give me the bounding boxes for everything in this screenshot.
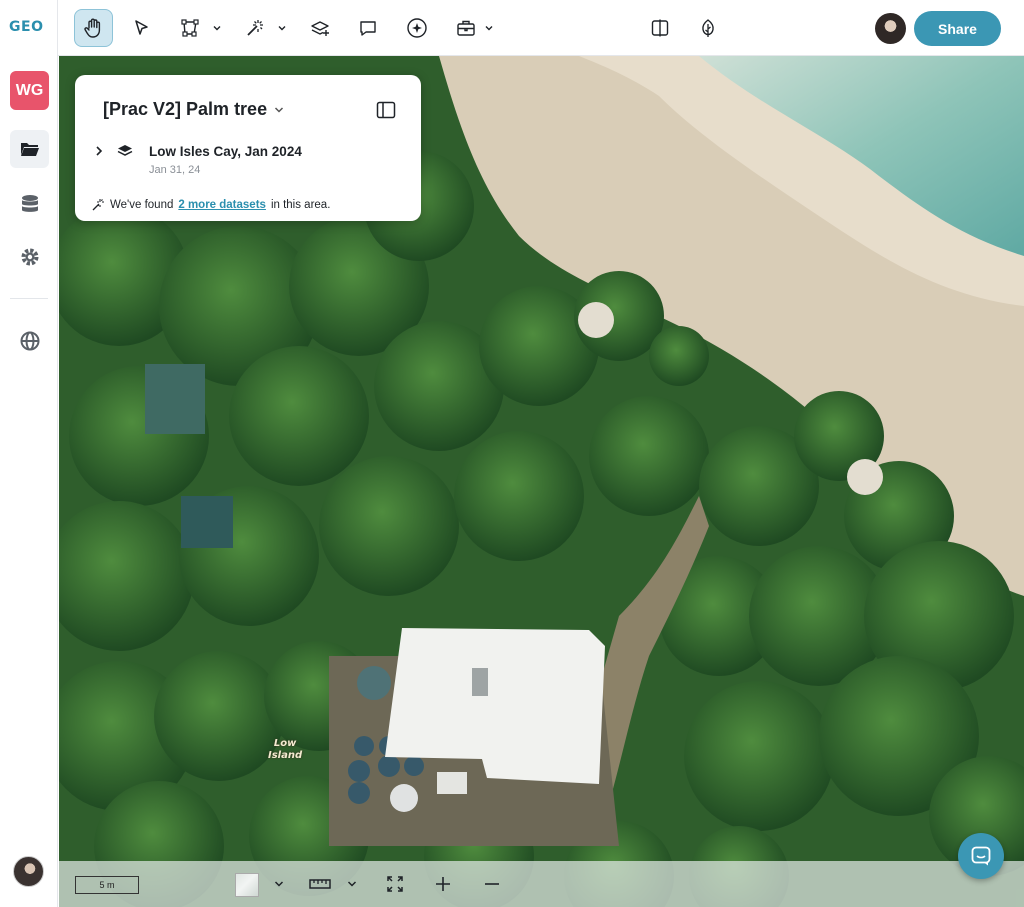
workspace-badge[interactable]: WG <box>10 71 49 110</box>
comment-button[interactable] <box>350 9 386 47</box>
comment-icon <box>360 21 376 36</box>
sidebar-item-globe[interactable] <box>10 322 49 360</box>
chat-support-button[interactable] <box>958 833 1004 879</box>
eco-button[interactable] <box>690 9 726 47</box>
polygon-tool-menu-caret[interactable] <box>212 20 222 38</box>
sidebar-item-datasets[interactable] <box>10 185 49 223</box>
ai-detect-button[interactable] <box>399 9 435 47</box>
split-view-button[interactable] <box>642 9 678 47</box>
polygon-tool-button[interactable] <box>172 9 208 47</box>
select-tool-button[interactable] <box>124 9 160 47</box>
map-bottom-bar: 5 m <box>59 861 1024 907</box>
share-button[interactable]: Share <box>914 11 1001 46</box>
project-title[interactable]: [Prac V2] Palm tree <box>103 99 267 120</box>
chevron-down-icon <box>213 26 221 31</box>
map-place-label-line1: Low <box>273 738 297 749</box>
add-layer-button[interactable] <box>302 9 338 47</box>
measure-menu-caret[interactable] <box>344 871 360 897</box>
user-avatar[interactable] <box>13 856 44 887</box>
gear-icon <box>21 248 38 266</box>
sidebar-divider <box>10 298 48 299</box>
chevron-down-icon <box>278 26 286 31</box>
top-toolbar: Share <box>58 0 1024 56</box>
database-icon <box>21 195 38 212</box>
map-place-label-line2: Island <box>268 750 303 761</box>
split-view-icon <box>651 19 669 37</box>
sidebar-item-projects[interactable] <box>10 130 49 168</box>
collaborator-avatar[interactable] <box>875 13 906 44</box>
chevron-right-icon <box>96 146 103 156</box>
hand-pan-icon <box>83 18 100 38</box>
zoom-out-button[interactable] <box>481 871 503 897</box>
globe-icon <box>20 331 39 351</box>
plus-icon <box>436 877 450 891</box>
project-menu-caret[interactable] <box>273 103 285 121</box>
magic-wand-icon <box>247 20 263 36</box>
zoom-in-button[interactable] <box>432 871 454 897</box>
polygon-select-icon <box>181 19 199 37</box>
toolbox-menu-caret[interactable] <box>484 20 494 38</box>
chevron-down-icon <box>347 881 357 887</box>
dataset-panel: [Prac V2] Palm tree Low Isles Cay, Jan 2… <box>75 75 421 221</box>
left-sidebar: GEO WG <box>0 0 58 907</box>
logo-text-accent: O <box>31 19 44 35</box>
folder-icon <box>20 143 39 156</box>
minus-icon <box>485 883 499 885</box>
sparkle-icon <box>92 199 104 211</box>
dataset-name[interactable]: Low Isles Cay, Jan 2024 <box>149 144 302 159</box>
expand-icon <box>387 876 403 892</box>
more-datasets-link[interactable]: 2 more datasets <box>178 199 266 211</box>
sidebar-item-settings[interactable] <box>10 238 49 276</box>
chevron-down-icon <box>274 881 284 887</box>
sidebar-toggle-icon <box>376 101 396 119</box>
measure-button[interactable] <box>307 871 333 897</box>
magic-wand-tool-button[interactable] <box>236 9 272 47</box>
add-layer-icon <box>311 21 329 36</box>
chevron-down-icon <box>485 26 493 31</box>
chat-bubble-icon <box>971 846 991 866</box>
scale-bar: 5 m <box>75 876 139 894</box>
app-logo[interactable]: GEO <box>9 19 43 35</box>
panel-collapse-button[interactable] <box>375 99 397 121</box>
toolbox-button[interactable] <box>448 9 484 47</box>
found-datasets-notice: We've found 2 more datasets in this area… <box>91 198 330 212</box>
found-suffix: in this area. <box>270 199 331 211</box>
found-prefix: We've found <box>110 199 174 211</box>
ruler-icon <box>309 879 331 889</box>
basemap-thumbnail[interactable] <box>235 873 259 897</box>
map-place-label: Low Island <box>268 738 302 762</box>
pan-tool-button[interactable] <box>74 9 113 47</box>
fit-extent-button[interactable] <box>384 871 406 897</box>
toolbox-icon <box>457 20 475 36</box>
basemap-menu-caret[interactable] <box>271 871 287 897</box>
ai-sparkle-icon <box>407 18 427 38</box>
logo-text: GE <box>9 19 32 35</box>
magic-wand-menu-caret[interactable] <box>277 20 287 38</box>
dataset-expand-toggle[interactable] <box>93 144 105 163</box>
dataset-date: Jan 31, 24 <box>149 164 201 176</box>
pointer-icon <box>135 20 148 35</box>
layers-icon <box>117 144 133 163</box>
chevron-down-icon <box>274 107 284 113</box>
eco-leaf-icon <box>702 19 714 37</box>
